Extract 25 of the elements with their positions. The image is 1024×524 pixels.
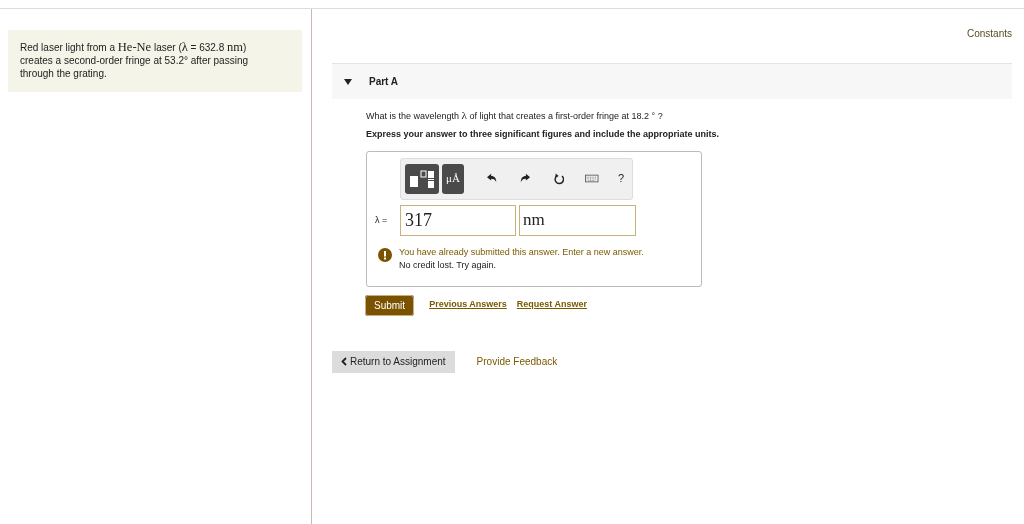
problem-text: Red laser light from a He-Ne laser (λ = 632.8 nm) creates a second-order fringe at 53.2° after passing through the grating. [20, 41, 250, 80]
feedback-message: You have already submitted this answer. Enter a new answer. [399, 245, 644, 259]
warning-icon [378, 247, 392, 262]
answer-link[interactable]: Request Answer [516, 298, 587, 312]
collapse-triangle-icon[interactable] [344, 78, 352, 85]
undo-icon[interactable] [487, 173, 498, 184]
answer-link[interactable]: Previous Answers [429, 298, 507, 312]
feedback-hint: No credit lost. Try again. [399, 258, 498, 272]
value-input[interactable]: 317 [400, 204, 516, 236]
redo-icon[interactable] [520, 173, 531, 184]
submit-button[interactable]: Submit [366, 295, 414, 315]
question-text: What is the wavelength λ of light that creates a first-order fringe at 18.2 ° ? [366, 108, 664, 119]
unit-input[interactable]: nm [519, 204, 636, 236]
instruction-text: Express your answer to three significant figures and include the appropriate units. [366, 128, 721, 141]
answer-label: λ = [375, 213, 388, 227]
help-button[interactable]: ? [617, 170, 624, 187]
reset-icon[interactable] [553, 171, 565, 186]
return-button[interactable]: Return to Assignment [332, 350, 455, 373]
feedback-link[interactable]: Provide Feedback [476, 354, 558, 369]
chevron-left-icon [341, 357, 347, 366]
part-title: Part A [369, 75, 399, 89]
constants-link[interactable]: Constants [966, 26, 1012, 39]
keyboard-icon[interactable] [585, 174, 599, 183]
templates-button[interactable] [405, 163, 439, 194]
units-button[interactable]: μÅ [441, 163, 465, 194]
